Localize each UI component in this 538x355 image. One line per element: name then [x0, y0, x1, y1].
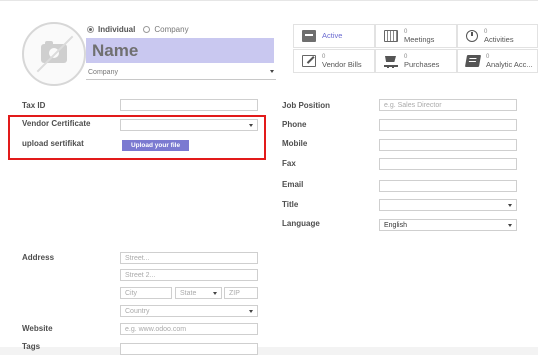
- radio-individual-label: Individual: [98, 25, 136, 34]
- email-label: Email: [282, 180, 304, 189]
- chevron-down-icon: [213, 292, 217, 295]
- edit-icon: [302, 55, 316, 67]
- archive-icon: [302, 30, 316, 42]
- mobile-label: Mobile: [282, 139, 308, 148]
- purchases-label: Purchases: [404, 60, 440, 69]
- email-input[interactable]: [379, 180, 517, 192]
- vendor-bills-label: Vendor Bills: [322, 60, 362, 69]
- active-button[interactable]: Active: [293, 24, 375, 48]
- title-select[interactable]: [379, 199, 517, 211]
- street2-input[interactable]: Street 2...: [120, 269, 258, 281]
- calendar-icon: [384, 30, 398, 42]
- chevron-down-icon: [508, 204, 512, 207]
- state-placeholder: State: [180, 290, 197, 297]
- form-sheet: Individual Company Name Company Active 0…: [0, 0, 538, 355]
- phone-input[interactable]: [379, 119, 517, 131]
- radio-company[interactable]: [143, 26, 151, 33]
- country-placeholder: Country: [125, 308, 150, 315]
- address-label: Address: [22, 253, 55, 262]
- upload-sertifikat-label: upload sertifikat: [22, 139, 84, 148]
- tax-id-label: Tax ID: [22, 101, 46, 110]
- cart-icon: [384, 55, 398, 68]
- book-icon: [464, 55, 482, 67]
- state-select[interactable]: State: [175, 287, 222, 299]
- vendor-certificate-select[interactable]: [120, 119, 258, 131]
- zip-input[interactable]: ZIP: [224, 287, 258, 299]
- country-select[interactable]: Country: [120, 305, 258, 317]
- city-input[interactable]: City: [120, 287, 172, 299]
- fax-label: Fax: [282, 159, 296, 168]
- website-input[interactable]: e.g. www.odoo.com: [120, 323, 258, 335]
- chevron-down-icon: [249, 310, 253, 313]
- language-value: English: [384, 222, 407, 229]
- title-label: Title: [282, 200, 299, 209]
- analytic-label: Analytic Acc...: [486, 60, 533, 69]
- job-position-label: Job Position: [282, 101, 330, 110]
- language-label: Language: [282, 219, 320, 228]
- company-select[interactable]: Company: [86, 67, 276, 80]
- tax-id-input[interactable]: [120, 99, 258, 111]
- radio-individual[interactable]: [87, 26, 94, 33]
- vendor-bills-button[interactable]: 0 Vendor Bills: [293, 49, 375, 73]
- chevron-down-icon: [508, 224, 512, 227]
- chevron-down-icon: [270, 70, 274, 73]
- meetings-label: Meetings: [404, 35, 435, 44]
- active-label: Active: [322, 31, 343, 40]
- purchases-button[interactable]: 0 Purchases: [375, 49, 457, 73]
- language-select[interactable]: English: [379, 219, 517, 231]
- company-placeholder: Company: [88, 69, 118, 76]
- job-position-input[interactable]: e.g. Sales Director: [379, 99, 517, 111]
- meetings-button[interactable]: 0 Meetings: [375, 24, 457, 48]
- radio-company-label: Company: [154, 25, 189, 34]
- mobile-input[interactable]: [379, 139, 517, 151]
- phone-label: Phone: [282, 120, 307, 129]
- upload-file-button[interactable]: Upload your file: [122, 140, 189, 151]
- tags-input[interactable]: [120, 343, 258, 355]
- activities-button[interactable]: 0 Activities: [457, 24, 538, 48]
- activities-label: Activities: [484, 35, 514, 44]
- street-input[interactable]: Street...: [120, 252, 258, 264]
- contact-type-radio-group: Individual Company: [87, 25, 193, 34]
- analytic-accounts-button[interactable]: 0 Analytic Acc...: [457, 49, 538, 73]
- avatar[interactable]: [22, 22, 86, 86]
- name-input[interactable]: Name: [86, 38, 274, 63]
- chevron-down-icon: [249, 124, 253, 127]
- website-label: Website: [22, 324, 53, 333]
- clock-icon: [466, 30, 478, 42]
- vendor-certificate-label: Vendor Certificate: [22, 119, 91, 128]
- fax-input[interactable]: [379, 158, 517, 170]
